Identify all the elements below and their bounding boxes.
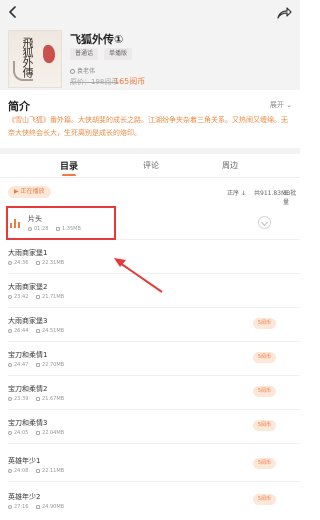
- episode-size: 22.70MB: [42, 362, 65, 368]
- episode-title: 英雄年少2: [8, 493, 41, 501]
- clock-icon: [8, 295, 12, 299]
- intro-heading: 简介: [8, 100, 30, 113]
- episode-size: 24.90MB: [42, 504, 65, 510]
- download-icon[interactable]: [258, 216, 271, 229]
- episode-meta: 23:39 21.67MB: [8, 396, 64, 402]
- episode-duration: 24:47: [14, 362, 29, 368]
- clock-icon: [8, 329, 12, 333]
- episode-title: 宝刀和柔情3: [8, 419, 48, 427]
- clock-icon: [8, 261, 12, 265]
- clock-icon: [8, 363, 12, 367]
- episode-row[interactable]: 宝刀和柔情1 24:47 22.70MB 5阅币: [0, 342, 300, 376]
- episode-duration: 26:44: [14, 328, 29, 334]
- episode-meta: 24:36 22.31MB: [8, 260, 64, 266]
- episode-duration: 23:39: [14, 396, 29, 402]
- tab-bar: 目录 评论 周边: [0, 154, 300, 178]
- episode-title: 大雨商家堡3: [8, 317, 48, 325]
- episode-title: 大雨商家堡2: [8, 283, 48, 291]
- highlight-box: [6, 206, 116, 240]
- active-tab-indicator: [62, 174, 76, 176]
- expand-label: 展开: [269, 101, 284, 109]
- top-bar: [0, 0, 300, 26]
- book-cover[interactable]: 飛狐外傳: [8, 30, 62, 88]
- author[interactable]: 袁老伟: [70, 66, 95, 75]
- tag-edition: 单播版: [104, 48, 133, 60]
- episode-meta: 24:47 22.70MB: [8, 362, 64, 368]
- episode-size: 21.71MB: [42, 294, 65, 300]
- episode-duration: 24:08: [14, 468, 29, 474]
- folder-icon: [36, 261, 41, 265]
- batch-button[interactable]: ☰ 批量: [283, 188, 300, 206]
- clock-icon: [8, 469, 12, 473]
- author-name: 袁老伟: [77, 68, 96, 75]
- tab-comments[interactable]: 评论: [143, 160, 159, 171]
- episode-meta: 24:05 22.04MB: [8, 430, 64, 436]
- episode-title: 英雄年少1: [8, 457, 41, 465]
- folder-icon: [36, 431, 41, 435]
- back-icon[interactable]: [6, 5, 20, 19]
- expand-button[interactable]: 展开 ⌄: [270, 100, 292, 110]
- folder-icon: [36, 363, 41, 367]
- folder-icon: [36, 505, 41, 509]
- current-price: 165阅币: [114, 77, 146, 86]
- episode-row[interactable]: 英雄年少2 27:16 24.90MB 5阅币: [0, 484, 300, 518]
- tab-peripherals[interactable]: 周边: [222, 160, 238, 171]
- price-badge[interactable]: 5阅币: [252, 458, 276, 469]
- sort-order-button[interactable]: 正序 ↓: [227, 188, 246, 197]
- episode-size: 22.04MB: [42, 430, 65, 436]
- share-icon[interactable]: [276, 6, 292, 20]
- row-divider: [8, 443, 300, 444]
- clock-icon: [8, 505, 12, 509]
- folder-icon: [36, 469, 41, 473]
- list-controls: ▶ 正在播放 正序 ↓ 共911.83MB ☰ 批量: [0, 180, 300, 206]
- cover-illustration: [13, 61, 33, 81]
- episode-duration: 24:36: [14, 260, 29, 266]
- price-badge[interactable]: 5阅币: [252, 386, 276, 397]
- clock-icon: [8, 397, 12, 401]
- row-divider: [8, 481, 300, 482]
- episode-row[interactable]: 大雨商家堡3 26:44 24.51MB 5阅币: [0, 308, 300, 342]
- price-badge[interactable]: 5阅币: [252, 420, 276, 431]
- book-header: 飛狐外傳 飞狐外传① 普通话 单播版 袁老伟 原价：198阅币 165阅币: [0, 26, 300, 90]
- cover-seal: [43, 45, 55, 63]
- episode-duration: 27:16: [14, 504, 29, 510]
- price-badge[interactable]: 5阅币: [252, 352, 276, 363]
- episode-meta: 27:16 24.90MB: [8, 504, 64, 510]
- chevron-down-icon: ⌄: [286, 101, 292, 109]
- tag-language: 普通话: [70, 48, 99, 60]
- episode-meta: 26:44 24.51MB: [8, 328, 64, 334]
- episode-size: 22.11MB: [42, 468, 65, 474]
- episode-size: 24.51MB: [42, 328, 65, 334]
- episode-duration: 24:05: [14, 430, 29, 436]
- episode-row[interactable]: 英雄年少1 24:08 22.11MB 5阅币: [0, 448, 300, 482]
- folder-icon: [36, 295, 41, 299]
- episode-duration: 23:42: [14, 294, 29, 300]
- pointer-arrow: [114, 258, 163, 293]
- tab-catalog[interactable]: 目录: [60, 159, 78, 172]
- episode-meta: 23:42 21.71MB: [8, 294, 64, 300]
- folder-icon: [36, 329, 41, 333]
- intro-text: 《雪山飞狐》番外篇。大侠胡斐的成长之路。江湖纷争夹杂着三角关系。又热闹又缠绵。无…: [8, 116, 288, 137]
- episode-title: 宝刀和柔情1: [8, 351, 48, 359]
- episode-size: 21.67MB: [42, 396, 65, 402]
- folder-icon: [36, 397, 41, 401]
- episode-meta: 24:08 22.11MB: [8, 468, 64, 474]
- price-badge[interactable]: 5阅币: [252, 494, 276, 505]
- now-playing-button[interactable]: ▶ 正在播放: [8, 186, 51, 198]
- author-icon: [70, 69, 75, 74]
- episode-size: 22.31MB: [42, 260, 65, 266]
- book-title: 飞狐外传①: [70, 33, 124, 46]
- episode-row[interactable]: 宝刀和柔情2 23:39 21.67MB 5阅币: [0, 376, 300, 410]
- clock-icon: [8, 431, 12, 435]
- price-badge[interactable]: 5阅币: [252, 318, 276, 329]
- episode-row[interactable]: 宝刀和柔情3 24:05 22.04MB 5阅币: [0, 410, 300, 444]
- episode-title: 大雨商家堡1: [8, 249, 48, 257]
- original-price: 原价：198阅币: [70, 78, 119, 86]
- episode-title: 宝刀和柔情2: [8, 385, 48, 393]
